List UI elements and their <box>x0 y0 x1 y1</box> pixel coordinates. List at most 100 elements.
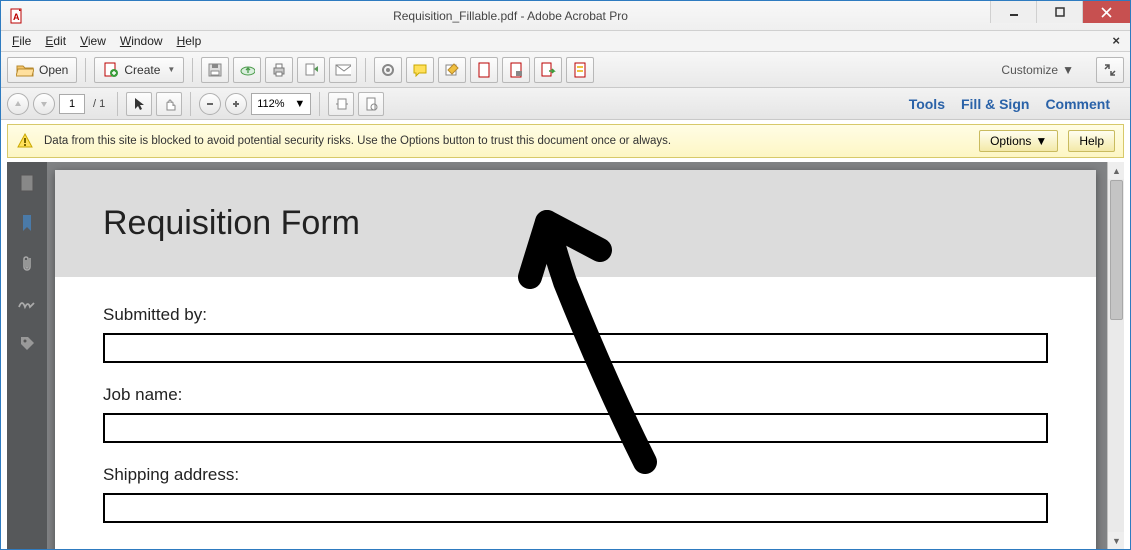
main-toolbar: Open Create ▼ Customize <box>1 52 1130 88</box>
submitted-by-input[interactable] <box>103 333 1048 363</box>
menu-bar: File Edit View Window Help × <box>1 31 1130 52</box>
scroll-thumb[interactable] <box>1110 180 1123 320</box>
zoom-in-button[interactable] <box>225 93 247 115</box>
expand-toolbar-button[interactable] <box>1096 57 1124 83</box>
app-icon: A <box>9 8 25 24</box>
scroll-up-button[interactable]: ▲ <box>1108 162 1124 179</box>
pdf-forms-button[interactable] <box>566 57 594 83</box>
window-titlebar: A Requisition_Fillable.pdf - Adobe Acrob… <box>1 1 1130 31</box>
zoom-select[interactable]: 112% ▼ <box>251 93 311 115</box>
page-thumbnails-button[interactable] <box>16 172 38 194</box>
fit-page-icon <box>364 96 378 112</box>
caret-down-icon: ▼ <box>1062 63 1074 77</box>
open-button[interactable]: Open <box>7 57 77 83</box>
hand-tool-button[interactable] <box>156 92 182 116</box>
settings-button[interactable] <box>374 57 402 83</box>
infobar-help-button[interactable]: Help <box>1068 130 1115 152</box>
separator <box>85 58 86 82</box>
separator <box>365 58 366 82</box>
pdf-export-button[interactable] <box>534 57 562 83</box>
edit-text-button[interactable] <box>438 57 466 83</box>
vertical-scrollbar[interactable]: ▲ ▼ <box>1107 162 1124 549</box>
window-minimize-button[interactable] <box>990 1 1036 23</box>
plus-icon <box>231 99 241 109</box>
cloud-upload-icon <box>239 63 255 77</box>
signatures-button[interactable] <box>16 292 38 314</box>
page-thumbnails-icon <box>18 173 36 193</box>
document-area: Requisition Form Submitted by: Job name:… <box>7 162 1124 549</box>
window-title: Requisition_Fillable.pdf - Adobe Acrobat… <box>31 9 990 23</box>
create-label: Create <box>124 63 160 77</box>
fit-width-icon <box>334 97 348 111</box>
tags-button[interactable] <box>16 332 38 354</box>
select-tool-button[interactable] <box>126 92 152 116</box>
caret-down-icon: ▼ <box>167 65 175 74</box>
document-icon <box>477 62 491 78</box>
comment-tool-button[interactable] <box>406 57 434 83</box>
document-header: Requisition Form <box>55 170 1096 277</box>
edit-text-icon <box>444 62 460 78</box>
svg-text:A: A <box>13 12 20 22</box>
separator <box>192 58 193 82</box>
separator <box>190 92 191 116</box>
printer-icon <box>271 62 287 78</box>
menu-file[interactable]: File <box>5 32 38 50</box>
comment-panel-link[interactable]: Comment <box>1045 96 1110 112</box>
help-label: Help <box>1079 134 1104 148</box>
document-viewport[interactable]: Requisition Form Submitted by: Job name:… <box>47 162 1124 549</box>
job-name-input[interactable] <box>103 413 1048 443</box>
bookmark-icon <box>19 213 35 233</box>
menu-window[interactable]: Window <box>113 32 170 50</box>
cloud-button[interactable] <box>233 57 261 83</box>
arrow-up-icon <box>13 99 23 109</box>
menu-help[interactable]: Help <box>170 32 209 50</box>
page-down-button[interactable] <box>33 93 55 115</box>
field-label: Shipping address: <box>103 465 1048 485</box>
window-maximize-button[interactable] <box>1036 1 1082 23</box>
menu-edit[interactable]: Edit <box>38 32 73 50</box>
folder-open-icon <box>16 63 34 77</box>
fill-sign-panel-link[interactable]: Fill & Sign <box>961 96 1029 112</box>
fit-width-button[interactable] <box>328 92 354 116</box>
document-close-button[interactable]: × <box>1108 33 1124 48</box>
document-arrow-icon <box>540 62 556 78</box>
speech-bubble-icon <box>412 63 428 77</box>
infobar-message: Data from this site is blocked to avoid … <box>44 135 969 147</box>
scroll-down-button[interactable]: ▼ <box>1108 532 1124 549</box>
document-heading: Requisition Form <box>103 204 1096 243</box>
shipping-address-input[interactable] <box>103 493 1048 523</box>
email-button[interactable] <box>329 57 357 83</box>
zoom-value: 112% <box>257 98 284 110</box>
create-button[interactable]: Create ▼ <box>94 57 184 83</box>
caret-down-icon: ▼ <box>1035 134 1047 148</box>
document-share-icon <box>303 62 319 78</box>
fit-page-button[interactable] <box>358 92 384 116</box>
bookmarks-button[interactable] <box>16 212 38 234</box>
tag-icon <box>18 334 36 352</box>
customize-button[interactable]: Customize ▼ <box>993 59 1082 81</box>
pdf-page: Requisition Form Submitted by: Job name:… <box>55 170 1096 549</box>
gear-icon <box>380 62 396 78</box>
print-button[interactable] <box>265 57 293 83</box>
window-close-button[interactable] <box>1082 1 1130 23</box>
separator <box>117 92 118 116</box>
attachments-button[interactable] <box>16 252 38 274</box>
arrow-down-icon <box>39 99 49 109</box>
share-button[interactable] <box>297 57 325 83</box>
pdf-tool-2-button[interactable] <box>502 57 530 83</box>
zoom-out-button[interactable] <box>199 93 221 115</box>
navigation-rail <box>7 162 47 549</box>
infobar-options-button[interactable]: Options ▼ <box>979 130 1058 152</box>
tools-panel-link[interactable]: Tools <box>909 96 945 112</box>
warning-icon <box>16 132 34 150</box>
minus-icon <box>205 99 215 109</box>
field-label: Submitted by: <box>103 305 1048 325</box>
separator <box>319 92 320 116</box>
pdf-tool-1-button[interactable] <box>470 57 498 83</box>
menu-view[interactable]: View <box>73 32 113 50</box>
page-up-button[interactable] <box>7 93 29 115</box>
page-number-input[interactable] <box>59 94 85 114</box>
save-button[interactable] <box>201 57 229 83</box>
page-total-label: / 1 <box>89 98 109 110</box>
document-form-icon <box>573 62 587 78</box>
